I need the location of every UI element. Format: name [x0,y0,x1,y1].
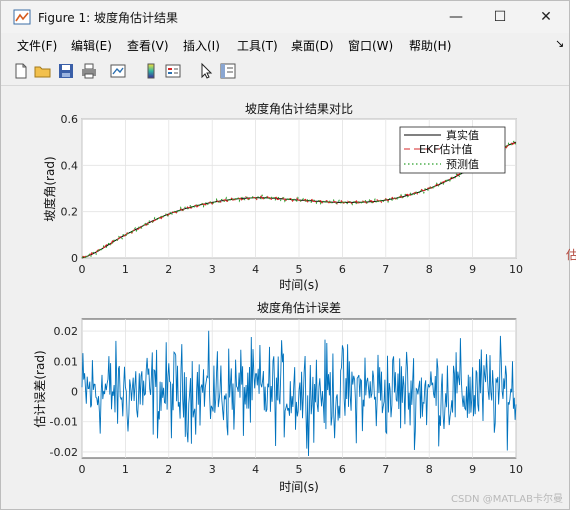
axes1-ylabel: 坡度角(rad) [42,156,57,221]
minimize-icon: — [449,9,463,25]
save-icon[interactable] [57,62,75,80]
menu-tools[interactable]: 工具(T) [237,37,278,54]
close-button[interactable]: ✕ [523,1,569,33]
watermark: CSDN @MATLAB卡尔曼 [451,494,563,505]
y-tick-label: 0 [71,386,78,399]
figure-window: Figure 1: 坡度角估计结果 — ☐ ✕ 文件(F) 编辑(E) 查看(V… [0,0,570,510]
colorbar-icon[interactable] [142,62,160,80]
dock-arrow-icon[interactable]: ↘ [555,37,564,50]
x-tick-label: 10 [509,463,523,476]
x-tick-label: 5 [296,463,303,476]
x-tick-label: 0 [79,263,86,276]
print-icon[interactable] [80,62,98,80]
link-plot-icon[interactable] [109,62,127,80]
y-tick-label: 0 [71,252,78,265]
x-tick-label: 8 [426,263,433,276]
menu-edit[interactable]: 编辑(E) [71,37,112,54]
x-tick-label: 6 [339,463,346,476]
y-tick-label: -0.02 [50,446,78,459]
maximize-button[interactable]: ☐ [477,1,523,33]
toolbar [1,57,569,86]
legend-icon[interactable] [164,62,182,80]
window-title: Figure 1: 坡度角估计结果 [38,11,178,25]
menu-bar: 文件(F) 编辑(E) 查看(V) 插入(I) 工具(T) 桌面(D) 窗口(W… [1,33,569,57]
y-tick-label: 0.01 [54,355,79,368]
legend[interactable]: 真实值 EKF估计值 预测值 [399,126,506,174]
minimize-button[interactable]: — [433,1,479,33]
x-tick-label: 7 [382,463,389,476]
menu-window[interactable]: 窗口(W) [348,37,393,54]
figure-canvas: 0 1 2 3 4 5 6 7 8 9 1000.20.40.6 坡度角估计结果对比 时间(s) 坡… [9,87,562,507]
legend-label-true: 真实值 [446,128,479,142]
close-icon: ✕ [540,9,552,25]
axes2-title: 坡度角估计误差 [257,300,341,315]
x-tick-label: 4 [252,263,259,276]
y-tick-label: -0.01 [50,416,78,429]
menu-insert[interactable]: 插入(I) [183,37,220,54]
x-tick-label: 3 [209,263,216,276]
open-folder-icon[interactable] [34,62,52,80]
menu-desktop[interactable]: 桌面(D) [291,37,334,54]
x-tick-label: 9 [469,263,476,276]
x-tick-label: 7 [382,263,389,276]
matlab-figure-icon [13,9,31,25]
estimation-error-axes[interactable]: 0 1 2 3 4 5 6 7 8 9 100.020.010-0.01-0.02 坡度角估计误差 … [33,300,523,494]
background-text-fragment: 估 [566,248,576,262]
axes2-xlabel: 时间(s) [279,480,319,494]
x-tick-label: 5 [296,263,303,276]
y-tick-label: 0.4 [61,159,79,172]
x-tick-label: 2 [165,263,172,276]
x-tick-label: 0 [79,463,86,476]
slope-angle-axes[interactable]: 0 1 2 3 4 5 6 7 8 9 10 0 0.2 0.4 0.6 坡度角估计结果对比 时间(s) 坡… [42,101,523,292]
y-tick-label: 0.2 [61,206,79,219]
property-editor-icon[interactable] [219,62,237,80]
axes1-title: 坡度角估计结果对比 [245,101,353,116]
x-tick-label: 10 [509,263,523,276]
menu-file[interactable]: 文件(F) [17,37,57,54]
x-tick-label: 1 [122,263,129,276]
menu-view[interactable]: 查看(V) [127,37,169,54]
title-bar[interactable]: Figure 1: 坡度角估计结果 — ☐ ✕ [1,1,569,33]
x-tick-label: 9 [469,463,476,476]
new-figure-icon[interactable] [12,62,30,80]
x-tick-label: 2 [165,463,172,476]
x-tick-label: 3 [209,463,216,476]
legend-label-ekf: EKF估计值 [419,143,473,156]
x-tick-label: 4 [252,463,259,476]
maximize-icon: ☐ [493,9,507,25]
y-tick-label: 0.02 [54,325,79,338]
x-tick-label: 6 [339,263,346,276]
menu-help[interactable]: 帮助(H) [409,37,451,54]
axes1-xlabel: 时间(s) [279,278,319,292]
y-tick-label: 0.6 [61,113,79,126]
x-tick-label: 1 [122,463,129,476]
axes2-ylabel: 估计误差(rad) [33,350,47,427]
x-tick-label: 8 [426,463,433,476]
legend-label-pred: 预测值 [446,158,479,171]
pointer-icon[interactable] [197,62,215,80]
